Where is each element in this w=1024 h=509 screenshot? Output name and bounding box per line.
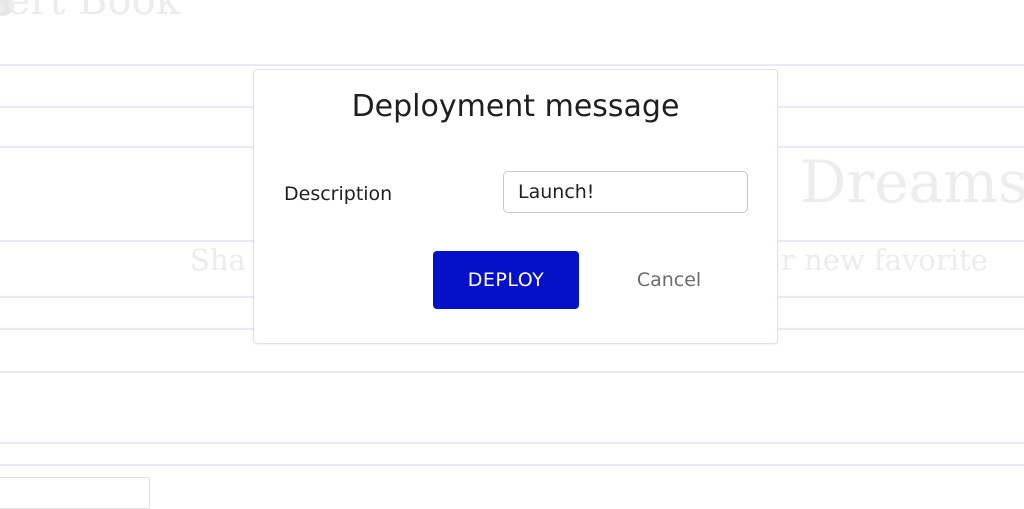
background-subtitle-right: r new favorite — [781, 243, 988, 277]
background-subtitle-left: Sha — [190, 243, 246, 277]
deploy-button[interactable]: DEPLOY — [433, 251, 579, 309]
background-divider — [0, 371, 1024, 373]
description-label: Description — [284, 183, 393, 205]
background-divider — [0, 442, 1024, 444]
cancel-button[interactable]: Cancel — [609, 251, 729, 309]
background-input-box — [0, 477, 150, 509]
description-input[interactable] — [503, 171, 748, 213]
background-divider — [0, 64, 1024, 66]
background-page-title: sert Book — [0, 0, 180, 24]
deployment-message-dialog: Deployment message Description DEPLOY Ca… — [253, 69, 778, 344]
background-divider — [0, 464, 1024, 466]
dialog-title: Deployment message — [351, 89, 680, 124]
background-hero-text: Dreams — [800, 148, 1024, 216]
